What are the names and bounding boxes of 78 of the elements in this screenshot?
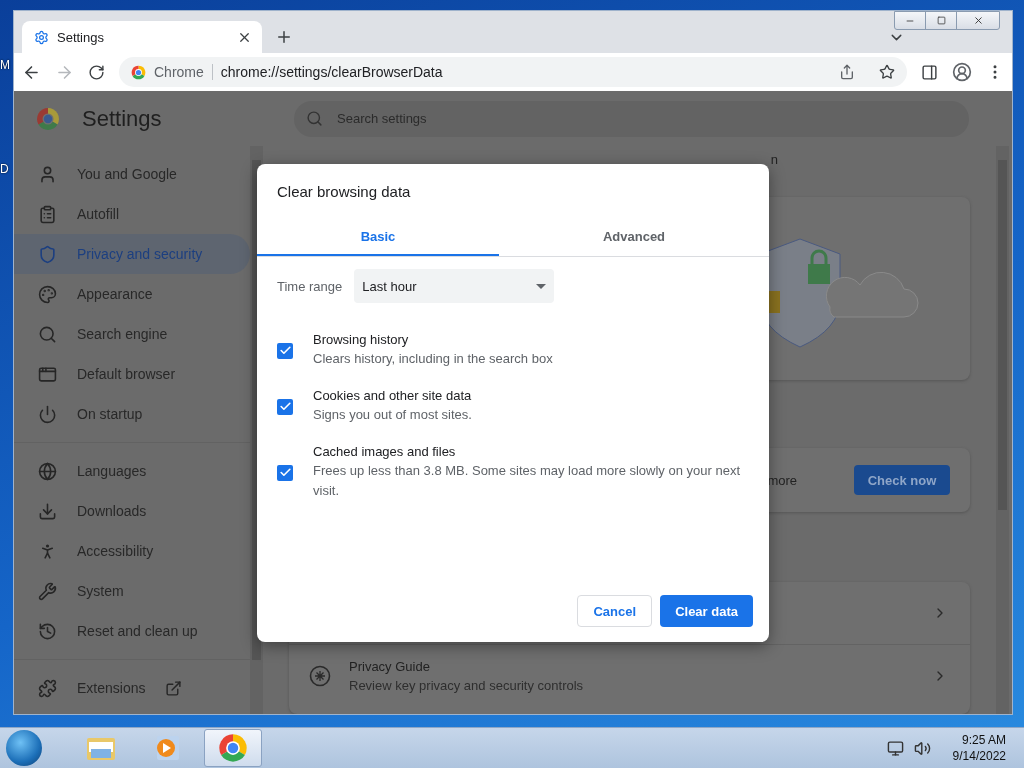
maximize-icon [936,16,946,25]
folder-icon [86,735,116,761]
download-icon [38,501,57,521]
search-icon [306,110,323,127]
sidebar-item[interactable]: Search engine [14,314,250,354]
sidebar-item[interactable]: Autofill [14,194,250,234]
tab-title: Settings [57,29,105,45]
person-icon [38,164,57,184]
start-button[interactable] [6,730,42,766]
option-title: Cached images and files [313,444,457,459]
field-label: Time range [277,278,343,294]
site-logo-icon [131,64,146,80]
compass-icon [309,665,331,687]
plus-icon[interactable] [275,28,293,46]
clock[interactable]: 9:25 AM 9/14/2022 [952,733,1006,763]
page-title: Settings [82,105,163,132]
browser-tab[interactable]: Settings [22,21,262,53]
option-description: Clears history, including in the search box [313,350,553,368]
checkbox[interactable] [277,464,293,481]
sidebar-item[interactable]: Default browser [14,354,250,394]
caret-icon [536,283,547,289]
option-description: Signs you out of most sites. [313,406,472,424]
site-label: Chrome [154,64,213,80]
sidebar-item[interactable]: Appearance [14,274,250,314]
reload-icon[interactable] [88,63,105,81]
sidebar-item[interactable]: Privacy and security [14,234,250,274]
desktop-icon-label: M [0,58,10,72]
sidebar-item[interactable]: You and Google [14,154,250,194]
maximize-button[interactable] [925,11,957,30]
browser-window-icon [38,364,57,384]
cancel-button[interactable]: Cancel [577,595,653,627]
browser-logo-icon [36,106,60,131]
search-icon [38,324,57,344]
taskbar-button[interactable] [204,729,262,767]
close-button[interactable] [956,11,1000,30]
puzzle-icon [38,678,57,698]
sidebar-item[interactable]: Accessibility [14,531,250,571]
close-icon [972,15,984,26]
gear-icon [34,29,49,45]
browser-icon [218,733,248,763]
dialog-tab[interactable]: Basic [257,216,499,256]
history-icon [38,621,57,641]
heading-text: n [770,152,778,167]
row-subtitle: Review key privacy and security controls [349,678,585,693]
checkbox[interactable] [277,398,293,415]
check-now-button[interactable]: Check now [854,465,950,495]
sidebar-item[interactable]: System [14,571,250,611]
sidebar-item[interactable]: On startup [14,394,250,434]
clear-data-button[interactable]: Clear data [660,595,753,627]
clipboard-icon [38,204,57,224]
url-text: chrome://settings/clearBrowserData [220,64,444,80]
star-icon[interactable] [879,64,895,80]
address-bar[interactable]: Chrome chrome://settings/clearBrowserData [119,57,907,87]
shield-icon [38,244,57,264]
settings-row[interactable]: Privacy Guide Review key privacy and security controls [289,645,970,707]
wrench-icon [38,581,57,601]
checkbox[interactable] [277,342,293,359]
profile-icon[interactable] [952,62,972,82]
power-icon [38,404,57,424]
dialog-tab[interactable]: Advanced [499,216,769,256]
palette-icon [38,284,57,304]
sidebar-item[interactable]: Reset and clean up [14,611,250,651]
time-range-dropdown[interactable]: Last hour [354,269,555,303]
globe-icon [38,461,57,481]
share-icon[interactable] [839,64,855,80]
dialog-title: Clear browsing data [277,183,412,200]
speaker-icon[interactable] [913,739,931,757]
option-description: Frees up less than 3.8 MB. Some sites may load more slowly on your next visit. [313,462,742,500]
side-panel-icon[interactable] [921,63,938,81]
desktop-icon-label: D [0,162,9,176]
option-title: Browsing history [313,332,410,347]
search-field[interactable]: Search settings [294,100,969,137]
scrollbar[interactable] [996,146,1009,714]
row-title: Privacy Guide [349,659,431,674]
sidebar-item[interactable]: Languages [14,451,250,491]
sidebar-item[interactable]: Extensions [14,668,250,708]
option-title: Cookies and other site data [313,388,472,403]
sidebar-item[interactable]: Downloads [14,491,250,531]
